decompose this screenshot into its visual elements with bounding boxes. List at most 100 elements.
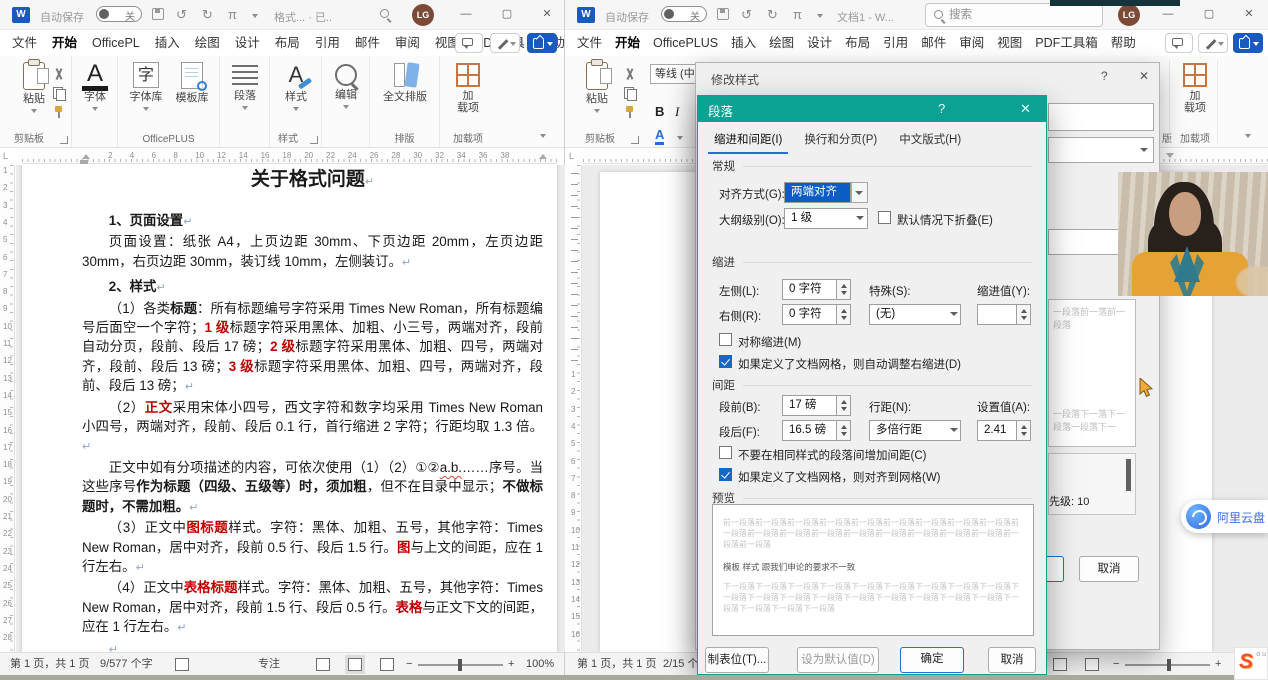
save-icon[interactable] xyxy=(717,8,729,20)
close-button[interactable]: ✕ xyxy=(1020,101,1031,117)
minimize-button[interactable]: — xyxy=(448,0,484,29)
help-button[interactable]: ? xyxy=(1101,69,1108,83)
menu-tab[interactable]: 布局 xyxy=(845,30,870,59)
dialog-tab[interactable]: 缩进和间距(I) xyxy=(708,128,788,154)
menu-tab[interactable]: 视图 xyxy=(997,30,1022,59)
zoom-in[interactable]: + xyxy=(508,653,514,676)
template-library-button[interactable]: 模板库 xyxy=(170,62,214,104)
comment-button[interactable] xyxy=(455,33,483,53)
search-icon[interactable] xyxy=(380,9,389,18)
chevron-down-icon[interactable] xyxy=(817,14,823,18)
horizontal-ruler[interactable] xyxy=(1158,150,1268,164)
fulltext-typeset-button[interactable]: 全文排版 xyxy=(377,62,433,103)
menu-tab[interactable]: 插入 xyxy=(731,30,756,59)
zoom-slider-thumb[interactable] xyxy=(1167,659,1171,671)
cancel-button[interactable]: 取消 xyxy=(1079,556,1139,582)
print-layout-icon[interactable] xyxy=(348,658,362,671)
chevron-down-icon[interactable] xyxy=(677,136,683,140)
menu-tab[interactable]: 设计 xyxy=(807,30,832,59)
menu-tab[interactable]: PDF工具箱 xyxy=(1035,30,1098,59)
draw-button[interactable] xyxy=(1198,33,1228,53)
styles-button[interactable]: A 样式 xyxy=(279,62,313,115)
font-library-button[interactable]: 字 字体库 xyxy=(124,62,168,115)
horizontal-ruler[interactable]: 2468101214161820222426283032343638 xyxy=(22,150,557,164)
space-before-input[interactable]: 17 磅 xyxy=(782,395,837,416)
tabs-button[interactable]: 制表位(T)... xyxy=(705,647,769,673)
menu-tab[interactable]: 绘图 xyxy=(769,30,794,59)
menu-tab[interactable]: OfficePLUS xyxy=(653,30,718,59)
paste-button[interactable]: 粘贴 xyxy=(14,62,54,117)
indent-by-input[interactable] xyxy=(977,304,1017,325)
first-line-indent-icon[interactable] xyxy=(1166,153,1174,158)
style-name-input[interactable] xyxy=(1048,103,1154,131)
zoom-out[interactable]: − xyxy=(406,653,412,676)
proofing-icon[interactable] xyxy=(175,658,189,671)
aliyun-drive-button[interactable]: 阿里云盘 xyxy=(1181,500,1268,533)
menu-tab[interactable]: 审阅 xyxy=(395,30,420,59)
vertical-ruler[interactable]: 1234567891011121314151617181920212223242… xyxy=(0,165,15,652)
copy-icon[interactable] xyxy=(52,87,66,99)
autosave-toggle[interactable]: 关 xyxy=(661,6,707,22)
print-layout-icon[interactable] xyxy=(1053,658,1067,671)
chevron-down-icon[interactable] xyxy=(252,14,258,18)
save-icon[interactable] xyxy=(152,8,164,20)
menu-tab[interactable]: OfficePL xyxy=(92,30,140,59)
avatar[interactable]: LG xyxy=(412,4,434,26)
cut-icon[interactable] xyxy=(623,68,637,80)
collapse-checkbox[interactable] xyxy=(878,211,891,224)
format-painter-icon[interactable] xyxy=(623,106,637,118)
alignment-select[interactable]: 两端对齐 xyxy=(784,182,851,203)
bold-button[interactable]: B xyxy=(655,104,664,119)
indent-right-spinner[interactable] xyxy=(837,304,851,325)
no-space-same-style-checkbox[interactable] xyxy=(719,446,732,459)
menu-tab[interactable]: 开始 xyxy=(52,30,77,59)
search-input[interactable]: 搜索 xyxy=(925,3,1103,27)
zoom-level[interactable]: 100% xyxy=(526,653,554,676)
style-dropdown[interactable] xyxy=(1048,137,1154,163)
draw-button[interactable] xyxy=(490,33,520,53)
menu-tab[interactable]: 引用 xyxy=(883,30,908,59)
web-layout-icon[interactable] xyxy=(380,658,394,671)
menu-tab[interactable]: 开始 xyxy=(615,30,640,59)
line-at-spinner[interactable] xyxy=(1017,420,1031,441)
word-count[interactable]: 9/577 个字 xyxy=(100,653,153,676)
zoom-slider[interactable] xyxy=(418,664,503,666)
paragraph-dialog-titlebar[interactable]: 段落 ? ✕ xyxy=(698,96,1046,122)
snap-to-grid-checkbox[interactable] xyxy=(719,468,732,481)
horizontal-ruler[interactable] xyxy=(583,150,695,164)
menu-tab[interactable]: 文件 xyxy=(577,30,602,59)
equation-icon[interactable]: π xyxy=(793,8,802,22)
menu-tab[interactable]: 插入 xyxy=(155,30,180,59)
menu-tab[interactable]: 帮助 xyxy=(1111,30,1136,59)
zoom-out[interactable]: − xyxy=(1113,653,1119,676)
read-mode-icon[interactable] xyxy=(316,658,330,671)
cut-icon[interactable] xyxy=(52,68,66,80)
undo-icon[interactable]: ↺ xyxy=(176,8,187,22)
addins-button[interactable]: 加 载项 xyxy=(1177,62,1213,114)
indent-marker-icon[interactable] xyxy=(80,160,88,164)
paste-button[interactable]: 粘贴 xyxy=(577,62,617,117)
dialog-launcher-icon[interactable] xyxy=(310,136,318,144)
maximize-button[interactable]: ▢ xyxy=(489,0,525,29)
indent-right-input[interactable]: 0 字符 xyxy=(782,304,837,325)
space-after-spinner[interactable] xyxy=(837,420,851,441)
comment-button[interactable] xyxy=(1165,33,1193,53)
share-button[interactable] xyxy=(1233,33,1263,53)
mirror-indents-checkbox[interactable] xyxy=(719,333,732,346)
ribbon-collapse-icon[interactable] xyxy=(540,134,546,138)
screen-recorder-badge[interactable]: S o u xyxy=(1234,647,1268,680)
menu-tab[interactable]: 邮件 xyxy=(921,30,946,59)
space-after-input[interactable]: 16.5 磅 xyxy=(782,420,837,441)
ribbon-collapse-icon[interactable] xyxy=(1245,134,1251,138)
line-at-input[interactable]: 2.41 xyxy=(977,420,1017,441)
menu-tab[interactable]: 设计 xyxy=(235,30,260,59)
addins-button[interactable]: 加 载项 xyxy=(450,62,486,114)
alignment-chevron[interactable] xyxy=(851,182,868,203)
indent-by-spinner[interactable] xyxy=(1017,304,1031,325)
close-button[interactable]: ✕ xyxy=(1231,0,1267,29)
menu-tab[interactable]: 审阅 xyxy=(959,30,984,59)
dialog-tab[interactable]: 换行和分页(P) xyxy=(798,128,883,154)
scrollbar-thumb[interactable] xyxy=(1126,459,1131,491)
word-count[interactable]: 2/15 个 xyxy=(663,653,698,676)
editing-button[interactable]: 编辑 xyxy=(330,62,362,113)
